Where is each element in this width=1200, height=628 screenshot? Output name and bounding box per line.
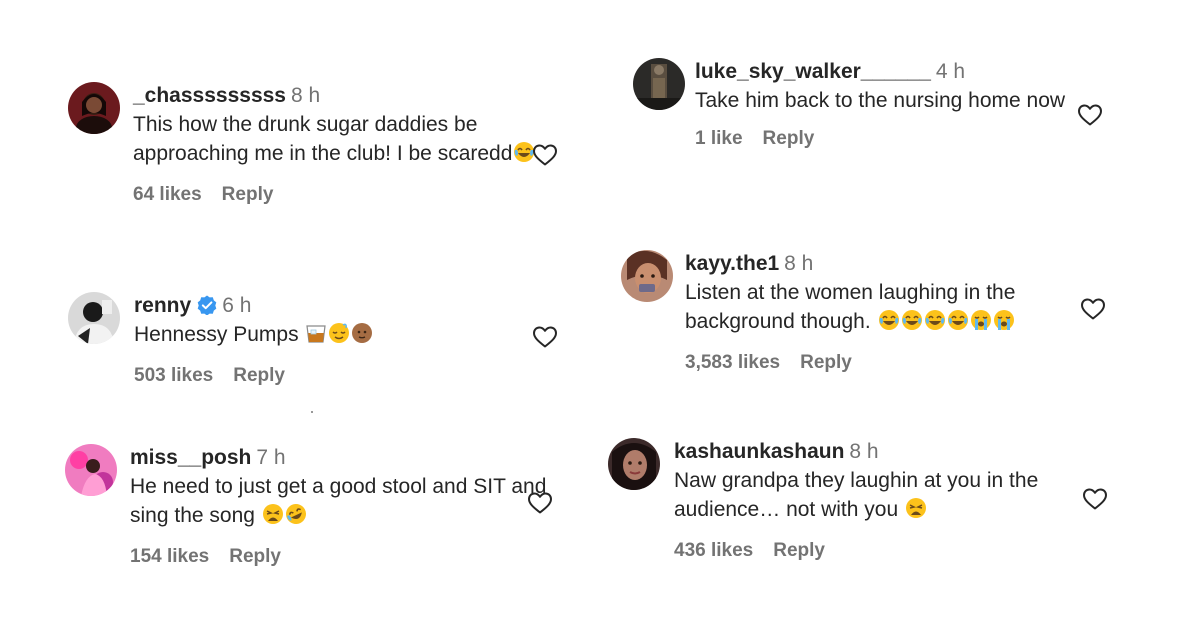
avatar[interactable] xyxy=(621,250,673,302)
like-heart-icon[interactable] xyxy=(1077,103,1103,127)
username[interactable]: miss__posh xyxy=(130,446,251,469)
comment-text: Hennessy Pumps xyxy=(134,320,554,352)
likes-count[interactable]: 1 like xyxy=(695,128,743,149)
like-heart-icon[interactable] xyxy=(1082,487,1108,511)
comment-text: This how the drunk sugar daddies be appr… xyxy=(133,110,553,171)
like-heart-icon[interactable] xyxy=(1080,297,1106,321)
like-heart-icon[interactable] xyxy=(527,491,553,515)
tears-of-joy-emoji xyxy=(878,309,900,339)
username[interactable]: _chasssssssss xyxy=(133,84,286,107)
username[interactable]: kashaunkashaun xyxy=(674,440,844,463)
comment-text: Take him back to the nursing home now xyxy=(695,89,1066,112)
relieved-face-emoji xyxy=(328,322,350,352)
verified-badge-icon xyxy=(197,295,217,315)
reply-button[interactable]: Reply xyxy=(222,184,274,205)
stray-dot xyxy=(311,411,313,413)
avatar[interactable] xyxy=(68,82,120,134)
comment-time: 8 h xyxy=(290,84,321,107)
likes-count[interactable]: 64 likes xyxy=(133,184,202,205)
loudly-crying-emoji xyxy=(993,309,1015,339)
username[interactable]: luke_sky_walker______ xyxy=(695,60,931,83)
comment-time: 8 h xyxy=(849,440,879,463)
avatar[interactable] xyxy=(68,292,120,344)
username[interactable]: kayy.the1 xyxy=(685,252,779,275)
tears-of-joy-emoji xyxy=(947,309,969,339)
comment-text: Naw grandpa they laughin at you in the a… xyxy=(674,466,1074,527)
likes-count[interactable]: 503 likes xyxy=(134,365,213,386)
username[interactable]: renny xyxy=(134,294,191,317)
likes-count[interactable]: 3,583 likes xyxy=(685,352,780,373)
comment-time: 6 h xyxy=(222,294,252,317)
tears-of-joy-emoji xyxy=(901,309,923,339)
likes-count[interactable]: 154 likes xyxy=(130,546,209,567)
reply-button[interactable]: Reply xyxy=(763,128,815,149)
reply-button[interactable]: Reply xyxy=(773,540,825,561)
loudly-crying-emoji xyxy=(970,309,992,339)
weary-face-emoji xyxy=(262,503,284,533)
avatar[interactable] xyxy=(65,444,117,496)
comment-time: 4 h xyxy=(935,60,966,83)
reply-button[interactable]: Reply xyxy=(800,352,852,373)
like-heart-icon[interactable] xyxy=(532,143,558,167)
tears-of-joy-emoji xyxy=(924,309,946,339)
likes-count[interactable]: 436 likes xyxy=(674,540,753,561)
avatar[interactable] xyxy=(608,438,660,490)
weary-face-emoji xyxy=(905,497,927,527)
tumbler-glass-emoji xyxy=(305,322,327,352)
rolling-laughing-emoji xyxy=(285,503,307,533)
comment-text: Listen at the women laughing in the back… xyxy=(685,278,1085,339)
bald-head-emoji xyxy=(351,322,373,352)
reply-button[interactable]: Reply xyxy=(229,546,281,567)
comment-time: 8 h xyxy=(784,252,814,275)
like-heart-icon[interactable] xyxy=(532,325,558,349)
avatar[interactable] xyxy=(633,58,685,110)
comment-time: 7 h xyxy=(256,446,286,469)
comment-text: He need to just get a good stool and SIT… xyxy=(130,472,550,533)
reply-button[interactable]: Reply xyxy=(233,365,285,386)
